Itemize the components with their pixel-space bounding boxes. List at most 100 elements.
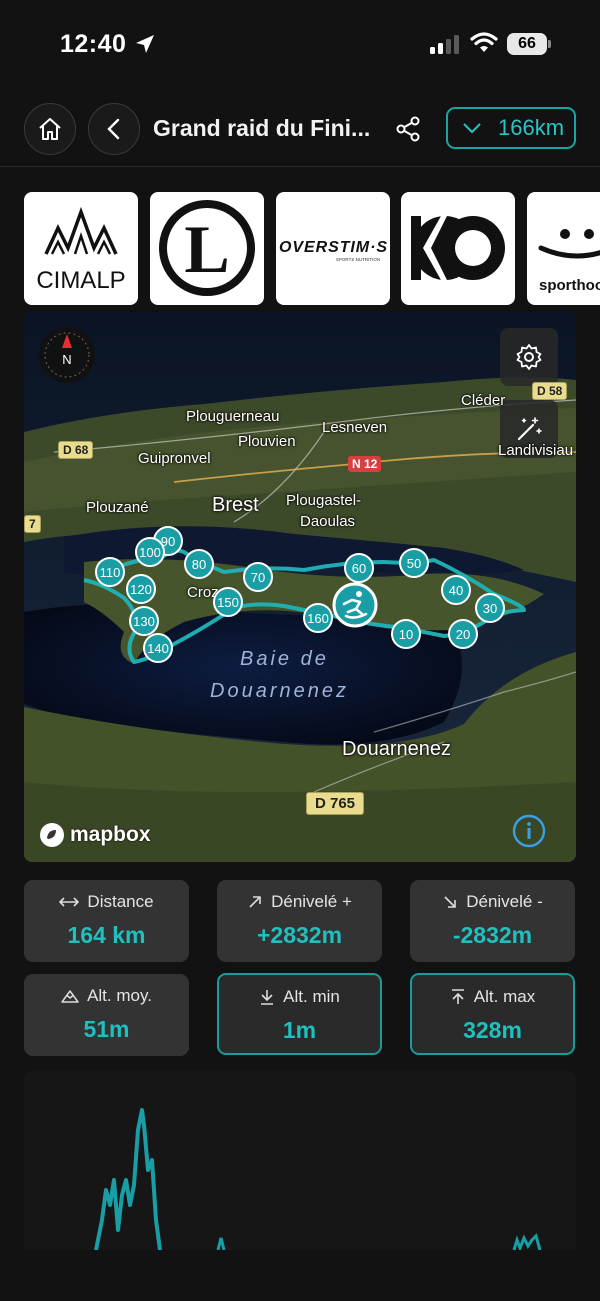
overstims-tagline: SPORTS NUTRITION <box>336 257 380 262</box>
mountain-icon <box>61 990 79 1003</box>
ko-logo-icon <box>411 216 505 280</box>
mapbox-logo-icon <box>40 823 64 847</box>
compass-icon[interactable]: N <box>38 326 96 384</box>
cimalp-logo-icon: CIMALP <box>36 206 126 294</box>
header: Grand raid du Fini... 166km <box>0 95 600 167</box>
arrow-down-bar-icon <box>261 990 274 1005</box>
stat-label-text: Dénivelé - <box>466 892 543 911</box>
chevron-left-icon <box>107 118 120 140</box>
elevation-profile-line <box>94 1108 542 1250</box>
bottom-edge <box>0 1250 600 1301</box>
stat-card-altitude-max[interactable]: Alt. max 328m <box>410 973 575 1055</box>
bay-label-line2: Douarnenez <box>210 680 349 702</box>
stat-label-text: Alt. max <box>473 987 536 1006</box>
place-landivisiau: Landivisiau <box>498 442 574 459</box>
sponsor-logo-overstims[interactable]: OVERSTIM·S SPORTS NUTRITION <box>276 192 390 305</box>
home-icon <box>39 118 61 140</box>
km-marker-160[interactable]: 160 <box>303 603 333 633</box>
info-icon[interactable] <box>512 814 546 848</box>
sponsor-logo-sporthoo[interactable]: sporthoo <box>527 192 600 305</box>
place-cleder: Cléder <box>461 392 506 409</box>
distance-dropdown-label: 166km <box>498 115 565 140</box>
stat-value-elevation-gain: +2832m <box>256 922 343 948</box>
place-plouzane: Plouzané <box>86 499 149 516</box>
stat-card-elevation-loss: Dénivelé - -2832m <box>410 880 575 962</box>
location-arrow-icon <box>136 35 154 53</box>
km-marker-20[interactable]: 20 <box>448 619 478 649</box>
cellular-signal-icon <box>430 35 459 54</box>
km-marker-130[interactable]: 130 <box>129 606 159 636</box>
km-marker-100[interactable]: 100 <box>135 537 165 567</box>
km-marker-120[interactable]: 120 <box>126 574 156 604</box>
stat-label-text: Dénivelé + <box>271 892 352 911</box>
bay-label-line1: Baie de <box>240 648 329 670</box>
sponsor-logo-ko[interactable] <box>401 192 515 305</box>
km-marker-10[interactable]: 10 <box>391 619 421 649</box>
leclerc-logo-icon: L <box>159 200 255 296</box>
distance-dropdown-button[interactable]: 166km <box>446 107 576 149</box>
stat-label-elevation-gain: Dénivelé + <box>217 892 382 912</box>
arrow-up-right-icon <box>249 896 261 908</box>
stat-label-altitude-average: Alt. moy. <box>24 986 189 1006</box>
overstims-logo-icon: OVERSTIM·S SPORTS NUTRITION <box>279 239 387 262</box>
runner-position-icon[interactable] <box>332 582 378 628</box>
wifi-icon <box>470 32 498 52</box>
route-map[interactable]: N Plouguerneau Plouvien Lesneven Cléder … <box>24 312 576 862</box>
km-marker-80[interactable]: 80 <box>184 549 214 579</box>
stat-label-altitude-max: Alt. max <box>412 987 573 1007</box>
mapbox-attribution: mapbox <box>38 820 151 850</box>
map-settings-button[interactable] <box>500 328 558 386</box>
place-guipronvel: Guipronvel <box>138 450 211 467</box>
status-bar: 12:40 66 <box>0 0 600 90</box>
km-marker-140[interactable]: 140 <box>143 633 173 663</box>
stat-value-altitude-average: 51m <box>83 1016 130 1042</box>
battery-indicator: 66 <box>507 33 551 55</box>
stat-value-elevation-loss: -2832m <box>452 922 533 948</box>
km-marker-70[interactable]: 70 <box>243 562 273 592</box>
road-d58: D 58 <box>532 382 568 400</box>
place-plouvien: Plouvien <box>238 433 296 450</box>
km-marker-150[interactable]: 150 <box>213 587 243 617</box>
arrow-up-bar-icon <box>451 989 464 1004</box>
place-daoulas: Daoulas <box>300 513 356 530</box>
arrows-horizontal-icon <box>59 897 80 907</box>
status-time: 12:40 <box>60 30 127 58</box>
km-marker-50[interactable]: 50 <box>399 548 429 578</box>
stat-card-elevation-gain: Dénivelé + +2832m <box>217 880 382 962</box>
battery-tip <box>548 40 551 48</box>
place-douarnenez: Douarnenez <box>342 738 451 760</box>
battery-level: 66 <box>507 33 547 55</box>
stat-label-text: Alt. min <box>283 987 340 1006</box>
back-button[interactable] <box>88 103 140 155</box>
stat-label-altitude-min: Alt. min <box>219 987 380 1007</box>
share-icon[interactable] <box>394 115 422 143</box>
place-lesneven: Lesneven <box>322 419 388 436</box>
stat-value-altitude-min: 1m <box>282 1017 317 1043</box>
mapbox-wordmark: mapbox <box>70 823 151 846</box>
sporthoo-wordmark: sporthoo <box>539 277 600 294</box>
stat-card-altitude-average: Alt. moy. 51m <box>24 974 189 1056</box>
magic-wand-icon <box>517 417 542 441</box>
stat-label-distance: Distance <box>24 892 189 912</box>
stat-card-distance: Distance 164 km <box>24 880 189 962</box>
place-plouguerneau: Plouguerneau <box>186 408 280 425</box>
stat-card-altitude-min[interactable]: Alt. min 1m <box>217 973 382 1055</box>
km-marker-30[interactable]: 30 <box>475 593 505 623</box>
sponsor-logos-strip[interactable]: CIMALP L OVERSTIM·S SPORTS NUTRITION spo… <box>24 192 600 306</box>
km-marker-60[interactable]: 60 <box>344 553 374 583</box>
stat-label-text: Alt. moy. <box>87 986 152 1005</box>
stat-value-altitude-max: 328m <box>463 1017 522 1043</box>
page-title: Grand raid du Fini... <box>153 115 371 141</box>
stat-label-elevation-loss: Dénivelé - <box>410 892 575 912</box>
home-button[interactable] <box>24 103 76 155</box>
road-d7: 7 <box>24 515 41 533</box>
svg-text:N: N <box>62 352 71 367</box>
leclerc-wordmark: L <box>184 211 229 287</box>
sponsor-logo-leclerc[interactable]: L <box>150 192 264 305</box>
elevation-profile-chart[interactable] <box>24 1070 576 1250</box>
sponsor-logo-cimalp[interactable]: CIMALP <box>24 192 138 305</box>
km-marker-110[interactable]: 110 <box>95 557 125 587</box>
km-marker-40[interactable]: 40 <box>441 575 471 605</box>
arrow-down-right-icon <box>444 896 457 908</box>
road-d765: D 765 <box>306 792 365 815</box>
